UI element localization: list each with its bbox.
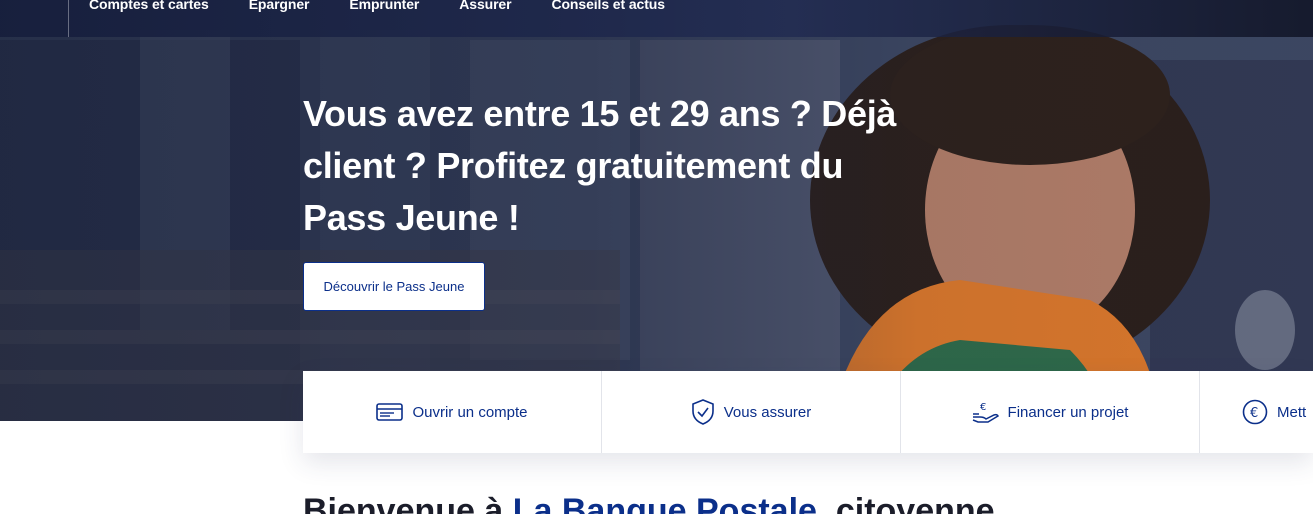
credit-card-icon bbox=[376, 403, 404, 421]
discover-pass-jeune-button[interactable]: Découvrir le Pass Jeune bbox=[303, 262, 485, 311]
nav-divider bbox=[68, 0, 69, 37]
hero-title: Vous avez entre 15 et 29 ans ? Déjà clie… bbox=[303, 93, 897, 238]
brand-name: La Banque Postale bbox=[512, 492, 817, 514]
quicklink-label: Financer un projet bbox=[1007, 403, 1129, 421]
hero-banner: Comptes et cartes Epargner Emprunter Ass… bbox=[0, 0, 1313, 421]
welcome-suffix: , citoyenne bbox=[816, 492, 995, 514]
nav-list: Comptes et cartes Epargner Emprunter Ass… bbox=[89, 0, 705, 12]
quicklink-invest[interactable]: € Mett bbox=[1200, 371, 1313, 453]
quicklink-finance-project[interactable]: € Financer un projet bbox=[901, 371, 1200, 453]
euro-circle-icon: € bbox=[1242, 399, 1268, 425]
quicklink-open-account[interactable]: Ouvrir un compte bbox=[303, 371, 602, 453]
nav-item-epargner[interactable]: Epargner bbox=[249, 0, 310, 12]
svg-text:€: € bbox=[980, 402, 986, 413]
quicklink-insure[interactable]: Vous assurer bbox=[602, 371, 901, 453]
nav-item-conseils-actus[interactable]: Conseils et actus bbox=[551, 0, 665, 12]
svg-text:€: € bbox=[1250, 406, 1258, 421]
nav-item-comptes-cartes[interactable]: Comptes et cartes bbox=[89, 0, 209, 12]
welcome-prefix: Bienvenue à bbox=[303, 492, 513, 514]
main-navigation: Comptes et cartes Epargner Emprunter Ass… bbox=[0, 0, 1313, 37]
nav-item-assurer[interactable]: Assurer bbox=[459, 0, 511, 12]
quicklink-label: Mett bbox=[1277, 403, 1307, 421]
welcome-heading: Bienvenue à La Banque Postale, citoyenne bbox=[303, 492, 995, 514]
quicklink-label: Ouvrir un compte bbox=[412, 403, 528, 421]
shield-check-icon bbox=[691, 399, 714, 425]
nav-item-emprunter[interactable]: Emprunter bbox=[349, 0, 419, 12]
quick-links-bar: Ouvrir un compte Vous assurer € Financer… bbox=[303, 371, 1313, 453]
quicklink-label: Vous assurer bbox=[723, 403, 812, 421]
hand-euro-icon: € bbox=[972, 402, 999, 423]
